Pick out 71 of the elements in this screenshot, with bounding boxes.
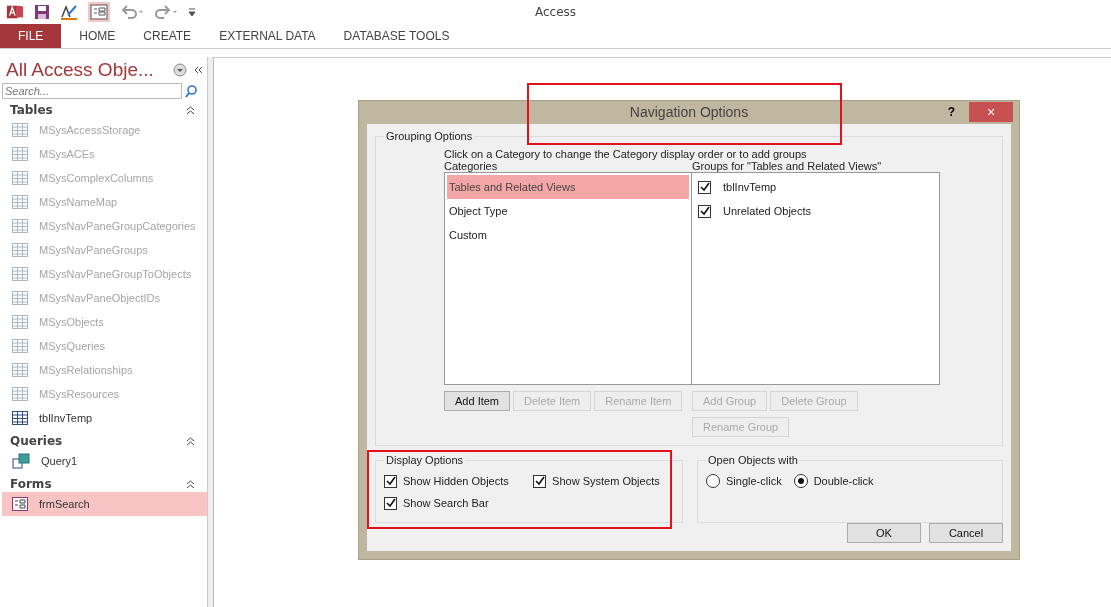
undo-icon[interactable] bbox=[120, 4, 144, 20]
collapse-icon[interactable] bbox=[193, 65, 203, 75]
checkbox[interactable] bbox=[698, 180, 711, 194]
form-icon[interactable] bbox=[88, 2, 110, 22]
ribbon-tab[interactable]: HOME bbox=[65, 24, 130, 48]
radio-button[interactable] bbox=[706, 474, 720, 488]
checkbox-label: Show Hidden Objects bbox=[403, 475, 509, 487]
form-icon bbox=[12, 497, 28, 511]
checkbox[interactable] bbox=[384, 496, 397, 510]
table-icon bbox=[12, 387, 28, 401]
table-icon bbox=[12, 291, 28, 305]
customize-icon[interactable] bbox=[188, 7, 196, 17]
group-legend: Open Objects with bbox=[706, 454, 800, 466]
ribbon-tab[interactable]: EXTERNAL DATA bbox=[205, 24, 330, 48]
table-icon bbox=[12, 411, 28, 425]
group-legend: Display Options bbox=[384, 454, 466, 466]
table-icon bbox=[12, 267, 28, 281]
group-legend: Grouping Options bbox=[384, 130, 475, 142]
list-label: Categories bbox=[444, 160, 499, 172]
checkbox[interactable] bbox=[384, 474, 397, 488]
dialog-title: Navigation Options bbox=[628, 103, 750, 120]
radio-label: Double-click bbox=[813, 475, 874, 487]
collapse-group-icon[interactable] bbox=[186, 105, 195, 115]
radio-label: Single-click bbox=[726, 475, 782, 487]
close-button[interactable]: × bbox=[969, 101, 1013, 122]
nav-item[interactable]: frmSearch bbox=[2, 492, 207, 516]
table-icon bbox=[12, 315, 28, 329]
checkbox-label: Show System Objects bbox=[552, 475, 660, 487]
dropdown-icon[interactable] bbox=[173, 63, 187, 77]
dialog-button[interactable]: OK bbox=[847, 523, 921, 543]
table-icon bbox=[12, 243, 28, 257]
ribbon-tab[interactable]: DATABASE TOOLS bbox=[329, 24, 464, 48]
radio-button[interactable] bbox=[793, 474, 808, 488]
group-header[interactable]: Tables bbox=[10, 103, 53, 117]
ribbon-tab[interactable]: CREATE bbox=[129, 24, 206, 48]
dialog-button[interactable]: Add Item bbox=[444, 391, 511, 411]
group-header[interactable]: Queries bbox=[10, 434, 63, 448]
nav-pane-title: All Access Obje... bbox=[6, 59, 155, 81]
checkbox-label: Unrelated Objects bbox=[723, 205, 812, 217]
window-title: Access bbox=[533, 5, 578, 19]
table-icon bbox=[12, 219, 28, 233]
app-logo-icon bbox=[6, 3, 24, 21]
query-icon bbox=[12, 453, 30, 469]
dialog-button[interactable]: Cancel bbox=[929, 523, 1003, 543]
collapse-group-icon[interactable] bbox=[186, 479, 195, 489]
group-header[interactable]: Forms bbox=[10, 477, 52, 491]
nav-item[interactable]: Query1 bbox=[2, 449, 207, 473]
table-icon bbox=[12, 195, 28, 209]
collapse-group-icon[interactable] bbox=[186, 436, 195, 446]
search-field[interactable]: Search... bbox=[2, 83, 182, 99]
checkbox-label: Show Search Bar bbox=[403, 497, 489, 509]
list-label: Groups for "Tables and Related Views" bbox=[692, 160, 883, 172]
category-item[interactable]: Object Type bbox=[447, 199, 689, 223]
table-icon bbox=[12, 147, 28, 161]
nav-item[interactable]: tblInvTemp bbox=[2, 406, 207, 430]
table-icon bbox=[12, 123, 28, 137]
save-icon[interactable] bbox=[34, 4, 50, 20]
design-icon[interactable] bbox=[60, 3, 78, 21]
file-tab[interactable]: FILE bbox=[0, 24, 62, 48]
search-icon[interactable] bbox=[184, 84, 198, 98]
checkbox[interactable] bbox=[533, 474, 547, 488]
checkbox[interactable] bbox=[698, 204, 711, 218]
table-icon bbox=[12, 339, 28, 353]
help-button[interactable]: ? bbox=[933, 104, 969, 119]
table-icon bbox=[12, 171, 28, 185]
redo-icon[interactable] bbox=[154, 4, 178, 20]
instruction-text: Click on a Category to change the Category display order or to add groups bbox=[444, 148, 808, 160]
category-item[interactable]: Custom bbox=[447, 223, 689, 247]
category-item[interactable]: Tables and Related Views bbox=[447, 175, 689, 199]
table-icon bbox=[12, 363, 28, 377]
checkbox-label: tblInvTemp bbox=[723, 181, 777, 193]
